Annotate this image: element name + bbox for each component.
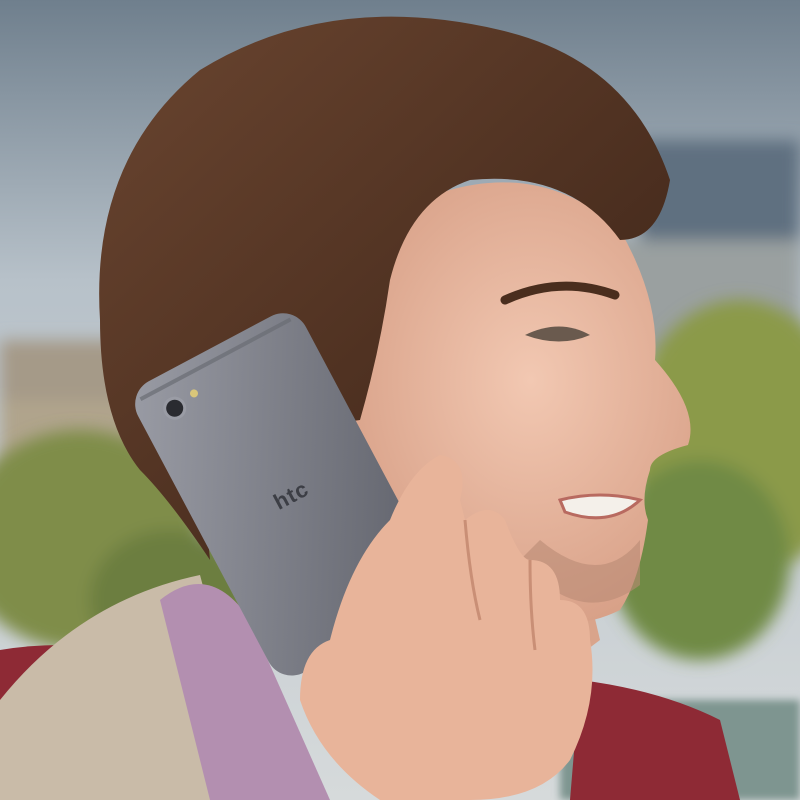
photo-scene: htc [0,0,800,800]
